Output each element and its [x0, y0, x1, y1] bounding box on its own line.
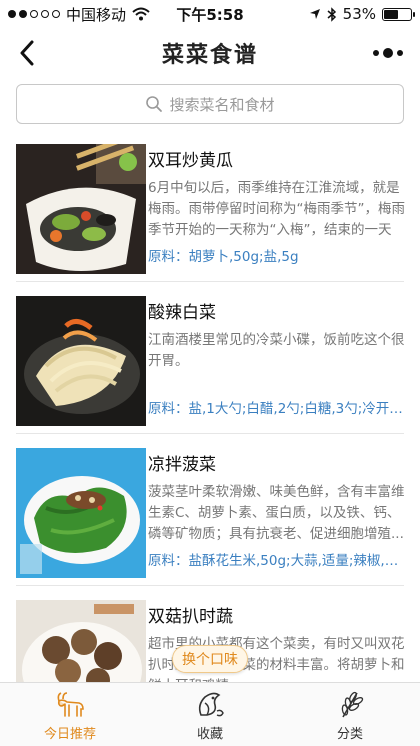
back-button[interactable]: [12, 36, 42, 70]
carrier-label: 中国移动: [66, 5, 127, 24]
tab-label: 分类: [336, 727, 363, 742]
recipe-thumbnail[interactable]: [16, 448, 146, 578]
divider: [16, 585, 404, 586]
more-button[interactable]: [366, 42, 410, 64]
recipe-title[interactable]: 凉拌菠菜: [148, 450, 216, 475]
status-right: 53%: [309, 5, 415, 23]
tab-category[interactable]: 分类: [280, 683, 420, 746]
recipe-title[interactable]: 双菇扒时蔬: [148, 602, 233, 627]
recipe-list[interactable]: 双耳炒黄瓜 6月中旬以后，雨季维持在江淮流域，就是梅雨。雨带停留时间称为“梅雨季…: [0, 132, 420, 682]
chevron-left-icon: [20, 40, 34, 66]
recipe-thumbnail[interactable]: [16, 144, 146, 274]
more-dots-icon: [373, 50, 379, 56]
search-icon: [146, 96, 163, 112]
more-dots-icon-right: [397, 50, 403, 56]
tab-label: 收藏: [196, 727, 223, 742]
bluetooth-icon: [327, 6, 336, 22]
recipe-item[interactable]: 双耳炒黄瓜 6月中旬以后，雨季维持在江淮流域，就是梅雨。雨带停留时间称为“梅雨季…: [0, 132, 420, 282]
recipe-description: 江南酒楼里常见的冷菜小碟，饭前吃这个很开胃。: [148, 332, 405, 369]
recipe-description: 6月中旬以后，雨季维持在江淮流域，就是梅雨。雨带停留时间称为“梅雨季节”，梅雨季…: [148, 180, 405, 238]
signal-dots-icon: [8, 10, 60, 18]
status-left: 中国移动: [8, 4, 150, 25]
recipe-description: 菠菜茎叶柔软滑嫩、味美色鲜，含有丰富维生素C、胡萝卜素、蛋白质，以及铁、钙、磷等…: [148, 484, 405, 542]
page-title: 菜菜食谱: [161, 43, 258, 68]
battery-icon: [382, 7, 415, 21]
recipe-title[interactable]: 双耳炒黄瓜: [148, 146, 233, 171]
wifi-icon: [132, 7, 150, 21]
battery-fill: [384, 9, 398, 19]
wheat-icon: [341, 691, 364, 718]
tab-today-recommend[interactable]: 今日推荐: [0, 683, 140, 746]
search-input[interactable]: 搜索菜名和食材: [16, 84, 404, 124]
fish-icon: [198, 692, 224, 717]
recipe-thumbnail[interactable]: [16, 600, 146, 682]
location-arrow-icon: [309, 9, 320, 19]
divider: [16, 433, 404, 434]
goat-icon: [57, 692, 84, 717]
status-bar: 中国移动 下午5:58 53%: [0, 0, 420, 28]
recipe-ingredients: 原料：盐酥花生米,50g;大蒜,适量;辣椒,适...: [148, 553, 406, 569]
recipe-item[interactable]: 酸辣白菜 江南酒楼里常见的冷菜小碟，饭前吃这个很开胃。 原料：盐,1大勺;白醋,…: [0, 284, 420, 434]
nav-bar: 菜菜食谱: [0, 28, 420, 78]
recipe-ingredients: 原料：胡萝卜,50g;盐,5g: [148, 249, 299, 265]
divider: [16, 281, 404, 282]
recipe-item[interactable]: 凉拌菠菜 菠菜茎叶柔软滑嫩、味美色鲜，含有丰富维生素C、胡萝卜素、蛋白质，以及铁…: [0, 436, 420, 586]
tab-label: 今日推荐: [43, 727, 96, 742]
search-placeholder: 搜索菜名和食材: [169, 95, 275, 114]
more-dots-icon-center: [383, 48, 393, 58]
recipe-ingredients: 原料：盐,1大勺;白醋,2勺;白糖,3勺;冷开水,...: [148, 401, 406, 417]
tab-favorites[interactable]: 收藏: [140, 683, 280, 746]
change-flavor-button[interactable]: 换个口味: [172, 645, 248, 673]
recipe-thumbnail[interactable]: [16, 296, 146, 426]
recipe-title[interactable]: 酸辣白菜: [148, 298, 216, 323]
battery-percent: 53%: [342, 5, 376, 23]
tab-bar: 今日推荐 收藏 分类: [0, 682, 420, 746]
